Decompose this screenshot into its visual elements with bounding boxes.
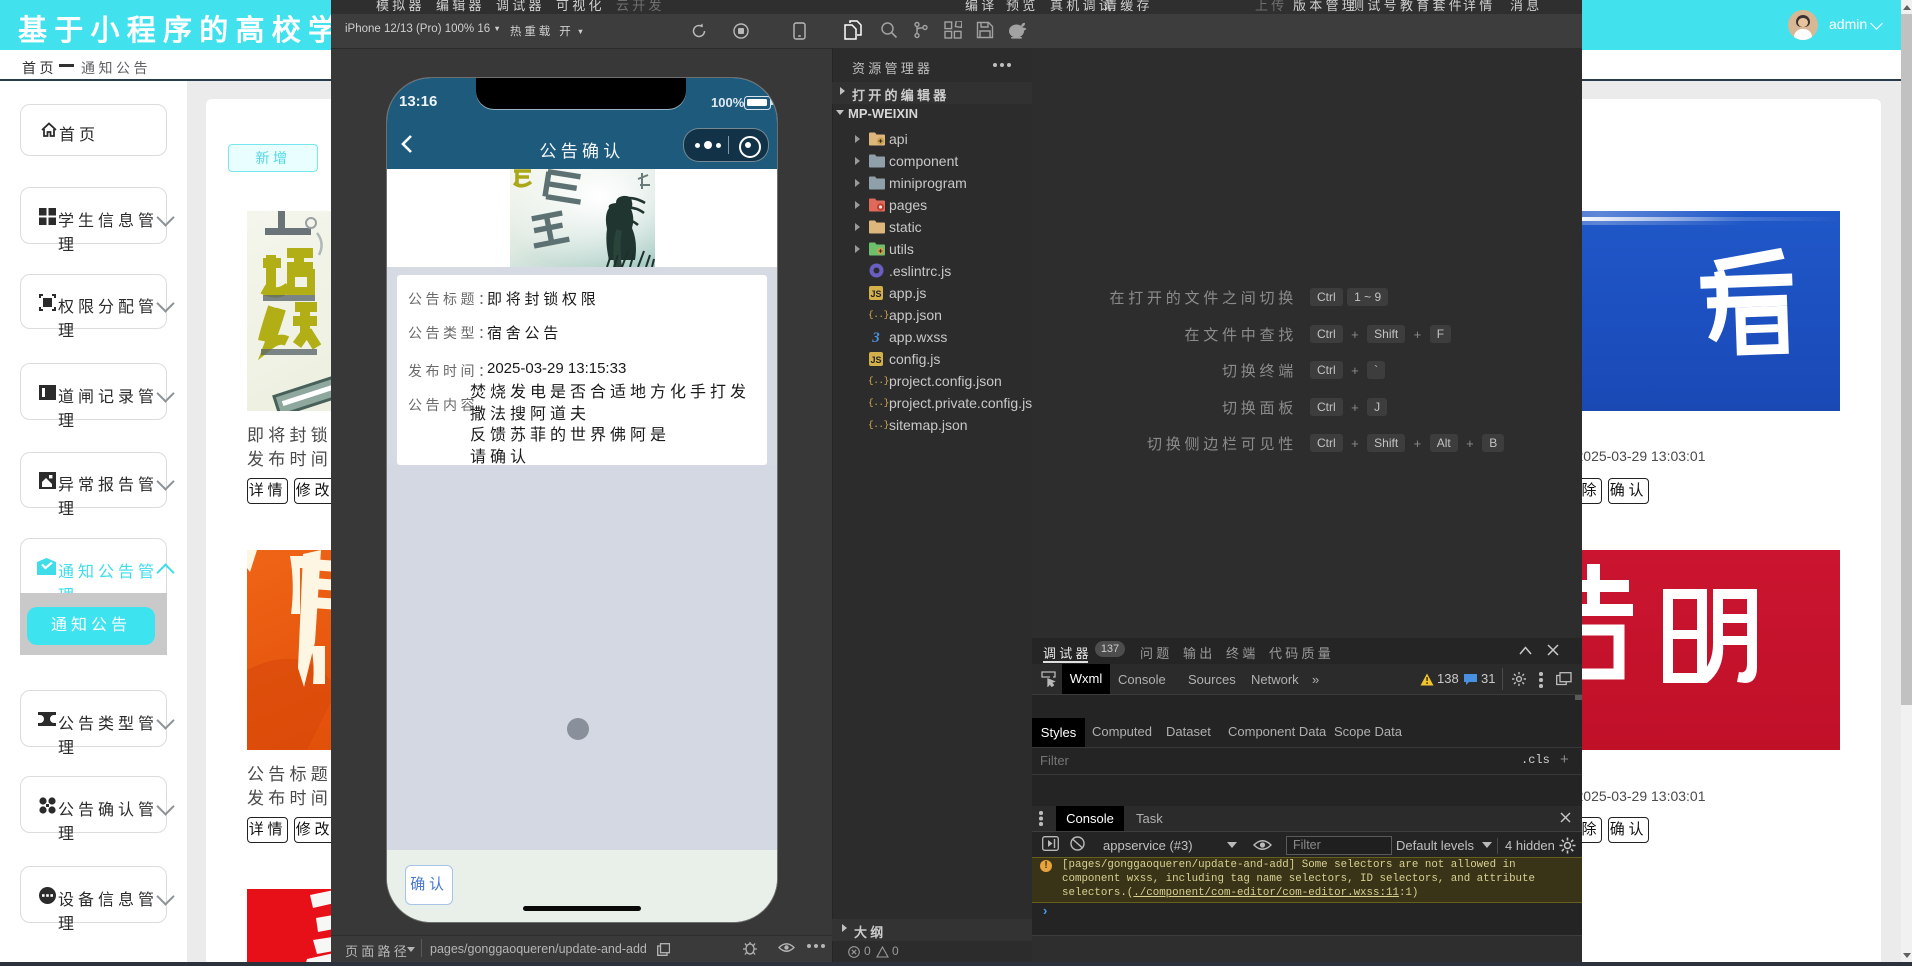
svg-text:3: 3 xyxy=(871,330,880,344)
svg-text:JS: JS xyxy=(870,355,881,365)
svg-text:JS: JS xyxy=(870,289,881,299)
